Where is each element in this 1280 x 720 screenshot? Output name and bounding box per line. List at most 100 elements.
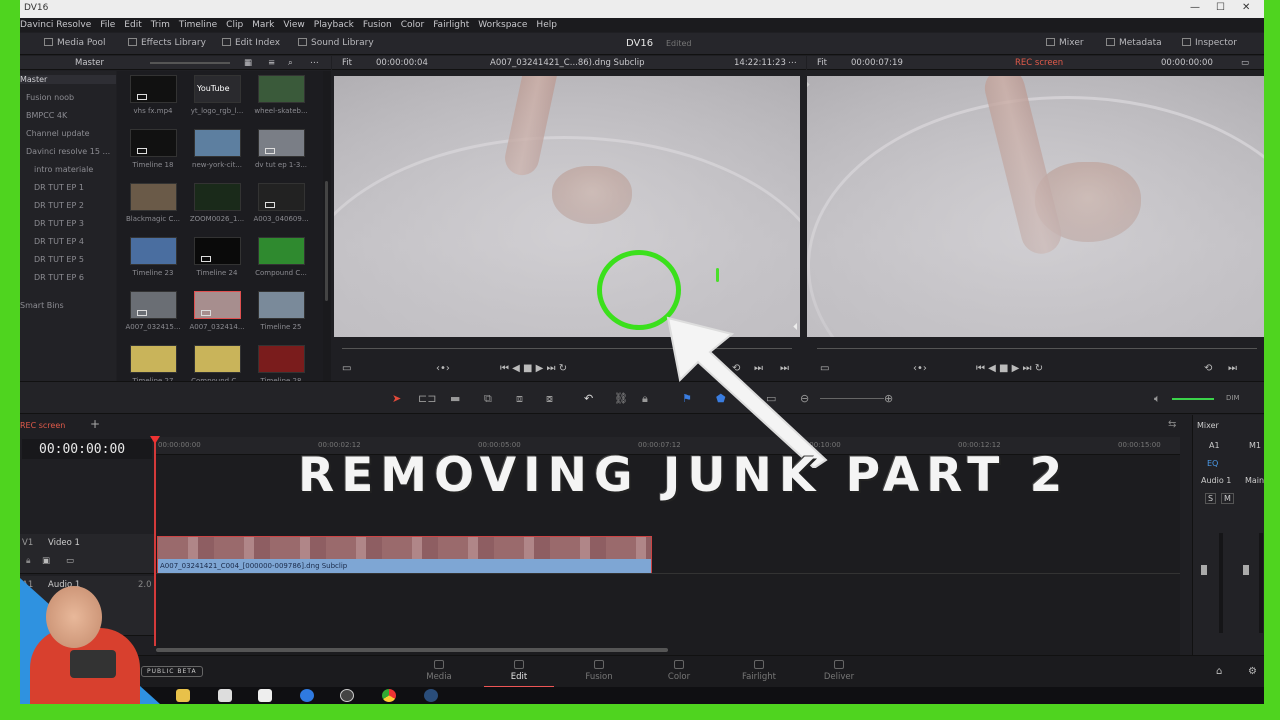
program-jog-icon[interactable]: ‹•›	[913, 363, 927, 374]
bin-item[interactable]: BMPCC 4K	[26, 111, 67, 120]
program-timeline-name[interactable]: REC screen	[1015, 58, 1063, 68]
media-thumbnail[interactable]	[258, 345, 305, 373]
timeline-options-icon[interactable]: ⇆	[1168, 419, 1176, 430]
menu-item-playback[interactable]: Playback	[314, 20, 354, 30]
program-loop-icon[interactable]: ⟲	[1204, 363, 1212, 374]
menu-item-view[interactable]: View	[283, 20, 304, 30]
menu-item-trim[interactable]: Trim	[151, 20, 170, 30]
close-icon[interactable]: ✕	[1242, 2, 1250, 13]
track-lock-icon[interactable]: 🔒︎	[26, 556, 31, 566]
more-options-icon[interactable]: ⋯	[310, 58, 319, 68]
minimize-icon[interactable]: —	[1190, 2, 1200, 13]
grid-view-icon[interactable]: ▦	[244, 58, 252, 68]
menu-item-davinci-resolve[interactable]: Davinci Resolve	[20, 20, 91, 30]
trim-tool-icon[interactable]: ⊏⊐	[418, 392, 436, 405]
mute-button[interactable]: M	[1221, 493, 1234, 504]
page-tab-deliver[interactable]: Deliver	[804, 660, 874, 682]
menu-item-color[interactable]: Color	[401, 20, 425, 30]
media-thumbnail[interactable]	[130, 183, 177, 211]
link-icon[interactable]: ⛓	[614, 392, 628, 405]
bin-item[interactable]: DR TUT EP 5	[34, 255, 84, 264]
settings-icon[interactable]: ⚙	[1248, 666, 1257, 677]
media-thumbnail[interactable]: YouTube	[194, 75, 241, 103]
zoom-in-icon[interactable]: ⊕	[884, 392, 893, 405]
menu-item-file[interactable]: File	[100, 20, 115, 30]
add-timeline-icon[interactable]: +	[90, 417, 100, 431]
media-thumbnail[interactable]	[194, 291, 241, 319]
menu-item-fairlight[interactable]: Fairlight	[433, 20, 469, 30]
menu-item-timeline[interactable]: Timeline	[179, 20, 217, 30]
program-scrub-bar[interactable]	[817, 348, 1257, 349]
audio1-fader[interactable]	[1201, 565, 1207, 575]
file-explorer-icon[interactable]	[176, 689, 190, 702]
program-zoom-select[interactable]: Fit	[817, 58, 827, 68]
scroll-thumb[interactable]	[325, 181, 328, 301]
smart-bins-label[interactable]: Smart Bins	[20, 301, 64, 310]
bin-item[interactable]: Channel update	[26, 129, 90, 138]
video-track-id[interactable]: V1	[22, 538, 33, 548]
source-options-icon[interactable]: ⋯	[788, 58, 797, 68]
media-thumbnail[interactable]	[258, 237, 305, 265]
inspector-button[interactable]: Inspector	[1182, 38, 1237, 48]
media-pool-button[interactable]: Media Pool	[44, 38, 106, 48]
timeline-tab[interactable]: REC screen	[20, 421, 65, 430]
source-display-options-icon[interactable]: ▭	[342, 363, 351, 374]
bin-item[interactable]: intro materiale	[34, 165, 93, 174]
snapping-icon[interactable]: ↶	[584, 392, 593, 405]
thumbnail-size-slider[interactable]	[150, 62, 230, 64]
mail-icon[interactable]	[258, 689, 272, 702]
selection-tool-icon[interactable]: ➤	[392, 392, 401, 405]
solo-button[interactable]: S	[1205, 493, 1217, 504]
timeline-viewer[interactable]: ⏵	[807, 76, 1264, 337]
metadata-button[interactable]: Metadata	[1106, 38, 1162, 48]
media-thumbnail[interactable]	[258, 291, 305, 319]
volume-icon[interactable]: 🔈︎	[1154, 392, 1161, 406]
dim-button[interactable]: DIM	[1226, 394, 1240, 402]
bin-item[interactable]: Davinci resolve 15 ...	[26, 147, 110, 156]
main-fader[interactable]	[1243, 565, 1249, 575]
bin-master[interactable]: Master	[20, 75, 116, 84]
store-icon[interactable]	[218, 689, 232, 702]
media-thumbnail[interactable]	[258, 183, 305, 211]
media-thumbnail[interactable]	[194, 129, 241, 157]
media-thumbnail[interactable]	[258, 129, 305, 157]
volume-slider[interactable]	[1172, 398, 1214, 400]
sound-library-button[interactable]: Sound Library	[298, 38, 374, 48]
eq-button[interactable]: EQ	[1207, 459, 1218, 468]
source-clip-name[interactable]: A007_03241421_C...86).dng Subclip	[490, 58, 645, 68]
edit-index-button[interactable]: Edit Index	[222, 38, 280, 48]
page-tab-color[interactable]: Color	[644, 660, 714, 682]
media-thumbnail[interactable]	[130, 345, 177, 373]
menu-item-workspace[interactable]: Workspace	[478, 20, 527, 30]
page-tab-fairlight[interactable]: Fairlight	[724, 660, 794, 682]
effects-library-button[interactable]: Effects Library	[128, 38, 206, 48]
chrome-icon[interactable]	[382, 689, 396, 702]
bin-item[interactable]: DR TUT EP 2	[34, 201, 84, 210]
bin-item[interactable]: DR TUT EP 6	[34, 273, 84, 282]
list-view-icon[interactable]: ≡	[268, 58, 275, 68]
clock-icon[interactable]	[340, 689, 354, 702]
prev-edit-icon[interactable]: ⏵	[807, 80, 810, 91]
media-thumbnail[interactable]	[194, 345, 241, 373]
menu-item-clip[interactable]: Clip	[226, 20, 243, 30]
auto-select-icon[interactable]: ▣	[42, 556, 50, 566]
media-thumbnail[interactable]	[194, 183, 241, 211]
page-tab-media[interactable]: Media	[404, 660, 474, 682]
replace-clip-icon[interactable]: ⧇	[546, 392, 553, 406]
bin-item[interactable]: DR TUT EP 3	[34, 219, 84, 228]
menu-item-mark[interactable]: Mark	[252, 20, 274, 30]
media-thumbnail[interactable]	[194, 237, 241, 265]
menu-item-edit[interactable]: Edit	[124, 20, 141, 30]
menu-item-fusion[interactable]: Fusion	[363, 20, 392, 30]
edge-icon[interactable]	[300, 689, 314, 702]
menu-item-help[interactable]: Help	[536, 20, 557, 30]
insert-clip-icon[interactable]: ⧉	[484, 392, 492, 406]
bin-item[interactable]: Fusion noob	[26, 93, 74, 102]
program-next-icon[interactable]: ⏭	[1228, 363, 1237, 374]
overwrite-clip-icon[interactable]: ⧈	[516, 392, 523, 406]
resolve-app-icon[interactable]	[424, 689, 438, 702]
bin-item[interactable]: DR TUT EP 4	[34, 237, 84, 246]
lock-icon[interactable]: 🔒︎	[642, 392, 648, 406]
source-zoom-select[interactable]: Fit	[342, 58, 352, 68]
media-thumbnail[interactable]	[130, 291, 177, 319]
